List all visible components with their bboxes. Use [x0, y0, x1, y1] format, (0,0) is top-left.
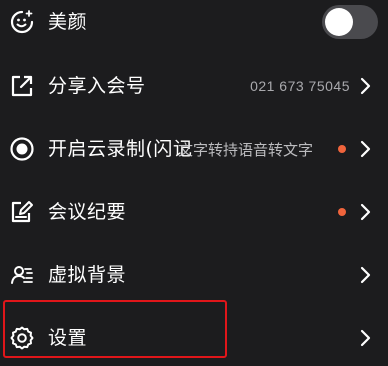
menu-item-label: 分享入会号: [48, 75, 146, 97]
menu-item-label: 会议纪要: [48, 201, 127, 223]
virtual-background-icon: [8, 261, 36, 289]
notification-dot: [338, 145, 346, 153]
menu-item-label: 虚拟背景: [48, 264, 127, 286]
chevron-right-icon: [356, 329, 374, 347]
menu-item-virtual-background[interactable]: 虚拟背景: [0, 248, 388, 302]
share-export-icon: [8, 72, 36, 100]
chevron-right-icon: [356, 266, 374, 284]
menu-item-settings[interactable]: 设置: [0, 311, 388, 365]
meeting-id-value: 021 673 75045: [250, 78, 350, 94]
menu-item-label: 开启云录制(闪记: [48, 138, 193, 160]
recording-overlay-text: 文字转持语音转文字: [178, 140, 314, 159]
menu-item-beauty[interactable]: 美颜: [0, 0, 388, 49]
notification-dot: [338, 208, 346, 216]
menu-item-label: 设置: [48, 327, 88, 349]
meeting-more-menu: 美颜 分享入会号 021 673 75045 开启云录制(闪记 文字转持语音转文…: [0, 0, 388, 366]
menu-item-share-meeting-id[interactable]: 分享入会号 021 673 75045: [0, 59, 388, 113]
menu-item-cloud-recording[interactable]: 开启云录制(闪记 文字转持语音转文字: [0, 122, 388, 176]
chevron-right-icon: [356, 140, 374, 158]
menu-item-label: 美颜: [48, 11, 88, 33]
chevron-right-icon: [356, 203, 374, 221]
record-icon: [8, 135, 36, 163]
beauty-toggle[interactable]: [322, 5, 378, 39]
chevron-right-icon: [356, 77, 374, 95]
notes-edit-icon: [8, 198, 36, 226]
beauty-smile-icon: [8, 8, 36, 36]
toggle-knob: [325, 8, 353, 36]
menu-item-meeting-minutes[interactable]: 会议纪要: [0, 185, 388, 239]
settings-gear-icon: [8, 324, 36, 352]
